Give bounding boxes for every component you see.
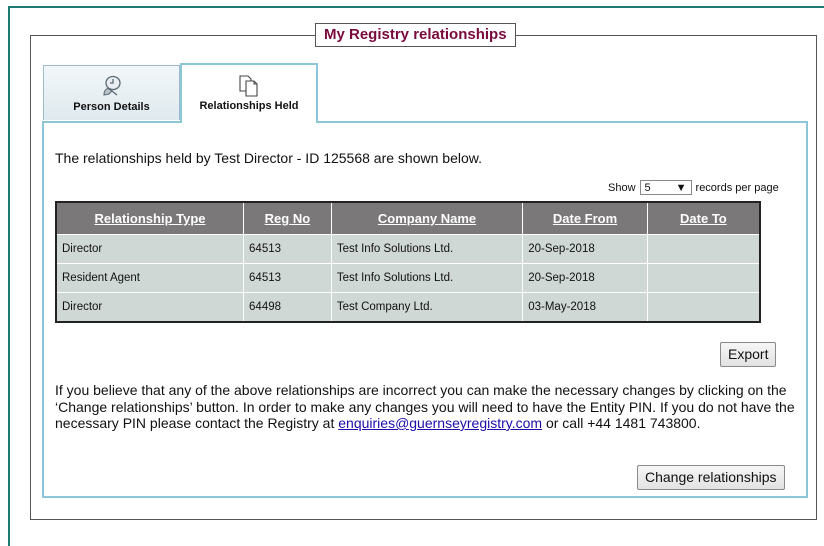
documents-icon [239,75,258,97]
change-relationships-button[interactable]: Change relationships [637,465,785,490]
cell-date-from: 20-Sep-2018 [522,234,648,264]
column-header-date-from[interactable]: Date From [522,202,648,235]
column-header-relationship-type[interactable]: Relationship Type [55,202,245,235]
cell-relationship-type: Director [55,292,245,323]
cell-date-to [646,292,761,323]
relationships-table: Relationship Type Reg No Company Name Da… [55,201,761,323]
cell-company-name: Test Company Ltd. [330,292,524,323]
column-header-company-name[interactable]: Company Name [330,202,524,235]
tab-label: Relationships Held [199,100,299,112]
cell-company-name: Test Info Solutions Ltd. [330,234,524,264]
cell-date-from: 20-Sep-2018 [522,263,648,293]
person-details-icon [102,75,121,96]
table-row: Director 64498 Test Company Ltd. 03-May-… [55,292,761,323]
tab-relationships-held[interactable]: Relationships Held [180,63,318,123]
records-per-page-label: records per page [695,181,779,194]
dropdown-arrow-icon: ▼ [675,181,687,194]
cell-relationship-type: Resident Agent [55,263,245,293]
records-per-page-value: 5 [644,181,651,194]
cell-date-to [646,263,761,293]
table-row: Director 64513 Test Info Solutions Ltd. … [55,234,761,264]
cell-relationship-type: Director [55,234,245,264]
cell-reg-no: 64498 [243,292,332,323]
table-row: Resident Agent 64513 Test Info Solutions… [55,263,761,293]
column-header-date-to[interactable]: Date To [646,202,761,235]
intro-text: The relationships held by Test Director … [55,150,482,166]
cell-company-name: Test Info Solutions Ltd. [330,263,524,293]
info-text: If you believe that any of the above rel… [55,382,795,432]
show-label: Show [608,181,636,194]
export-button[interactable]: Export [720,342,777,367]
registry-email-link[interactable]: enquiries@guernseyregistry.com [338,415,542,431]
page-title: My Registry relationships [315,23,516,47]
cell-date-from: 03-May-2018 [522,292,648,323]
column-header-reg-no[interactable]: Reg No [243,202,332,235]
table-header-row: Relationship Type Reg No Company Name Da… [55,202,761,235]
tab-person-details[interactable]: Person Details [43,65,180,120]
cell-reg-no: 64513 [243,263,332,293]
tab-label: Person Details [73,101,150,113]
cell-date-to [646,234,761,264]
cell-reg-no: 64513 [243,234,332,264]
records-per-page-select[interactable]: 5 ▼ [639,180,692,195]
info-text-after: or call +44 1481 743800. [545,415,701,431]
records-per-page: Show 5 ▼ records per page [608,180,779,195]
